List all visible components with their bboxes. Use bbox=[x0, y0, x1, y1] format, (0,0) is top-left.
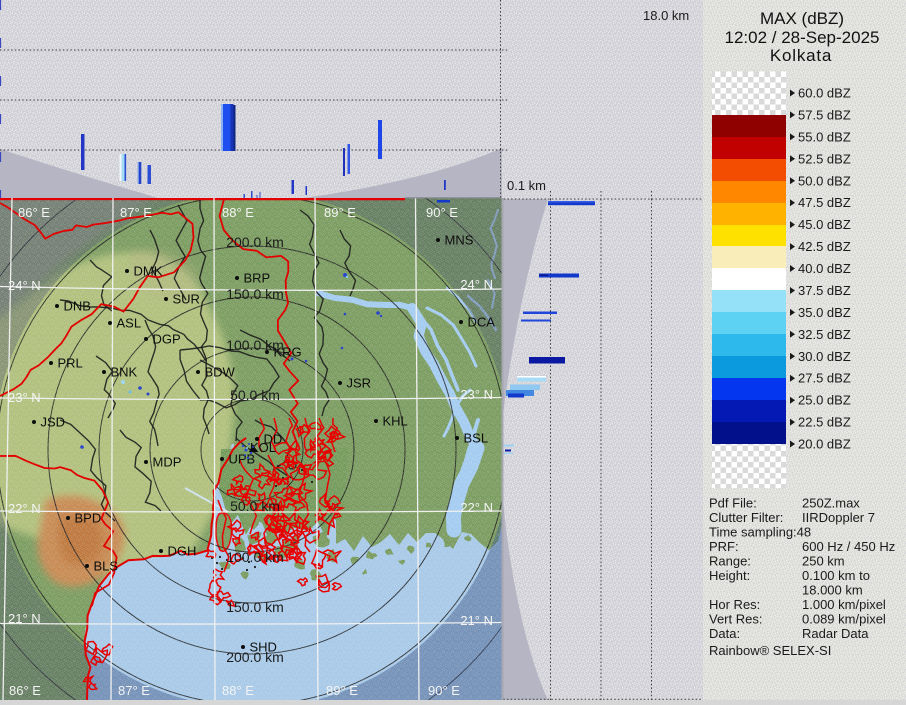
svg-text:0.1 km: 0.1 km bbox=[507, 178, 546, 193]
svg-text:12:02 / 28-Sep-2025: 12:02 / 28-Sep-2025 bbox=[724, 28, 879, 47]
svg-text:22° N: 22° N bbox=[8, 501, 41, 516]
svg-text:Time sampling:48: Time sampling:48 bbox=[709, 525, 811, 540]
svg-text:DCA: DCA bbox=[468, 315, 496, 330]
svg-text:22.5 dBZ: 22.5 dBZ bbox=[798, 415, 851, 430]
svg-text:MAX (dBZ): MAX (dBZ) bbox=[760, 9, 844, 28]
svg-text:BDW: BDW bbox=[205, 365, 236, 380]
svg-text:DGP: DGP bbox=[153, 332, 181, 347]
svg-text:89° E: 89° E bbox=[324, 205, 356, 220]
svg-text:DNB: DNB bbox=[64, 299, 91, 314]
svg-text:SHD: SHD bbox=[250, 640, 277, 655]
svg-text:55.0 dBZ: 55.0 dBZ bbox=[798, 129, 851, 144]
svg-text:90° E: 90° E bbox=[426, 205, 458, 220]
svg-text:Vert Res:: Vert Res: bbox=[709, 612, 762, 627]
svg-text:BRP: BRP bbox=[244, 271, 271, 286]
svg-text:42.5 dBZ: 42.5 dBZ bbox=[798, 239, 851, 254]
svg-text:0.089 km/pixel: 0.089 km/pixel bbox=[802, 612, 886, 627]
svg-text:52.5 dBZ: 52.5 dBZ bbox=[798, 151, 851, 166]
svg-text:47.5 dBZ: 47.5 dBZ bbox=[798, 195, 851, 210]
svg-text:Range:: Range: bbox=[709, 554, 751, 569]
svg-text:25.0 dBZ: 25.0 dBZ bbox=[798, 393, 851, 408]
svg-text:50.0 km: 50.0 km bbox=[230, 387, 280, 403]
svg-text:50.0 dBZ: 50.0 dBZ bbox=[798, 173, 851, 188]
svg-text:SUR: SUR bbox=[173, 292, 200, 307]
svg-text:Clutter Filter:: Clutter Filter: bbox=[709, 510, 783, 525]
svg-text:1.000 km/pixel: 1.000 km/pixel bbox=[802, 597, 886, 612]
svg-text:87° E: 87° E bbox=[118, 683, 150, 698]
svg-text:MNS: MNS bbox=[445, 233, 474, 248]
svg-text:23° N: 23° N bbox=[460, 387, 493, 402]
svg-text:32.5 dBZ: 32.5 dBZ bbox=[798, 327, 851, 342]
svg-text:90° E: 90° E bbox=[428, 683, 460, 698]
svg-text:21° N: 21° N bbox=[460, 613, 493, 628]
svg-text:JSD: JSD bbox=[41, 415, 66, 430]
svg-text:86° E: 86° E bbox=[18, 205, 50, 220]
svg-text:150.0 km: 150.0 km bbox=[226, 599, 284, 615]
svg-text:250Z.max: 250Z.max bbox=[802, 496, 860, 511]
svg-text:0.100 km to: 0.100 km to bbox=[802, 568, 870, 583]
svg-text:DMK: DMK bbox=[134, 264, 163, 279]
svg-text:18.0 km: 18.0 km bbox=[643, 8, 689, 23]
svg-text:BSL: BSL bbox=[464, 431, 489, 446]
svg-text:18.000 km: 18.000 km bbox=[802, 583, 863, 598]
svg-text:57.5 dBZ: 57.5 dBZ bbox=[798, 107, 851, 122]
svg-text:88° E: 88° E bbox=[222, 205, 254, 220]
svg-text:24° N: 24° N bbox=[460, 277, 493, 292]
svg-text:BNK: BNK bbox=[111, 365, 138, 380]
svg-text:30.0 dBZ: 30.0 dBZ bbox=[798, 349, 851, 364]
svg-text:JSR: JSR bbox=[347, 376, 372, 391]
svg-text:27.5 dBZ: 27.5 dBZ bbox=[798, 371, 851, 386]
svg-text:21° N: 21° N bbox=[8, 611, 41, 626]
svg-text:KRG: KRG bbox=[274, 345, 302, 360]
svg-text:BLS: BLS bbox=[94, 559, 119, 574]
svg-text:ASL: ASL bbox=[117, 316, 142, 331]
svg-text:Pdf File:: Pdf File: bbox=[709, 496, 757, 511]
svg-text:45.0 dBZ: 45.0 dBZ bbox=[798, 217, 851, 232]
svg-text:88° E: 88° E bbox=[222, 683, 254, 698]
svg-text:37.5 dBZ: 37.5 dBZ bbox=[798, 283, 851, 298]
svg-text:35.0 dBZ: 35.0 dBZ bbox=[798, 305, 851, 320]
svg-text:PRF:: PRF: bbox=[709, 539, 739, 554]
svg-text:600 Hz / 450 Hz: 600 Hz / 450 Hz bbox=[802, 539, 895, 554]
svg-text:22° N: 22° N bbox=[460, 500, 493, 515]
svg-text:Hor Res:: Hor Res: bbox=[709, 597, 760, 612]
svg-text:Radar Data: Radar Data bbox=[802, 626, 869, 641]
svg-text:Height:: Height: bbox=[709, 568, 750, 583]
svg-text:23° N: 23° N bbox=[8, 390, 41, 405]
svg-text:40.0 dBZ: 40.0 dBZ bbox=[798, 261, 851, 276]
svg-text:DGH: DGH bbox=[168, 544, 197, 559]
svg-text:Kolkata: Kolkata bbox=[770, 46, 832, 65]
svg-text:PRL: PRL bbox=[58, 356, 83, 371]
svg-text:250 km: 250 km bbox=[802, 554, 845, 569]
svg-text:50.0 km: 50.0 km bbox=[230, 498, 280, 514]
svg-text:89° E: 89° E bbox=[326, 683, 358, 698]
svg-text:Data:: Data: bbox=[709, 626, 740, 641]
svg-text:86° E: 86° E bbox=[9, 683, 41, 698]
svg-text:24° N: 24° N bbox=[8, 278, 41, 293]
svg-text:MDP: MDP bbox=[153, 455, 182, 470]
svg-text:100.0 km: 100.0 km bbox=[226, 549, 284, 565]
svg-text:150.0 km: 150.0 km bbox=[226, 286, 284, 302]
svg-text:BPD: BPD bbox=[75, 511, 102, 526]
svg-text:60.0 dBZ: 60.0 dBZ bbox=[798, 86, 851, 101]
svg-text:20.0 dBZ: 20.0 dBZ bbox=[798, 437, 851, 452]
svg-text:IIRDoppler 7: IIRDoppler 7 bbox=[802, 510, 875, 525]
svg-text:87° E: 87° E bbox=[120, 205, 152, 220]
svg-text:200.0 km: 200.0 km bbox=[226, 234, 284, 250]
svg-text:KHL: KHL bbox=[383, 414, 408, 429]
svg-text:Rainbow® SELEX-SI: Rainbow® SELEX-SI bbox=[709, 643, 831, 658]
